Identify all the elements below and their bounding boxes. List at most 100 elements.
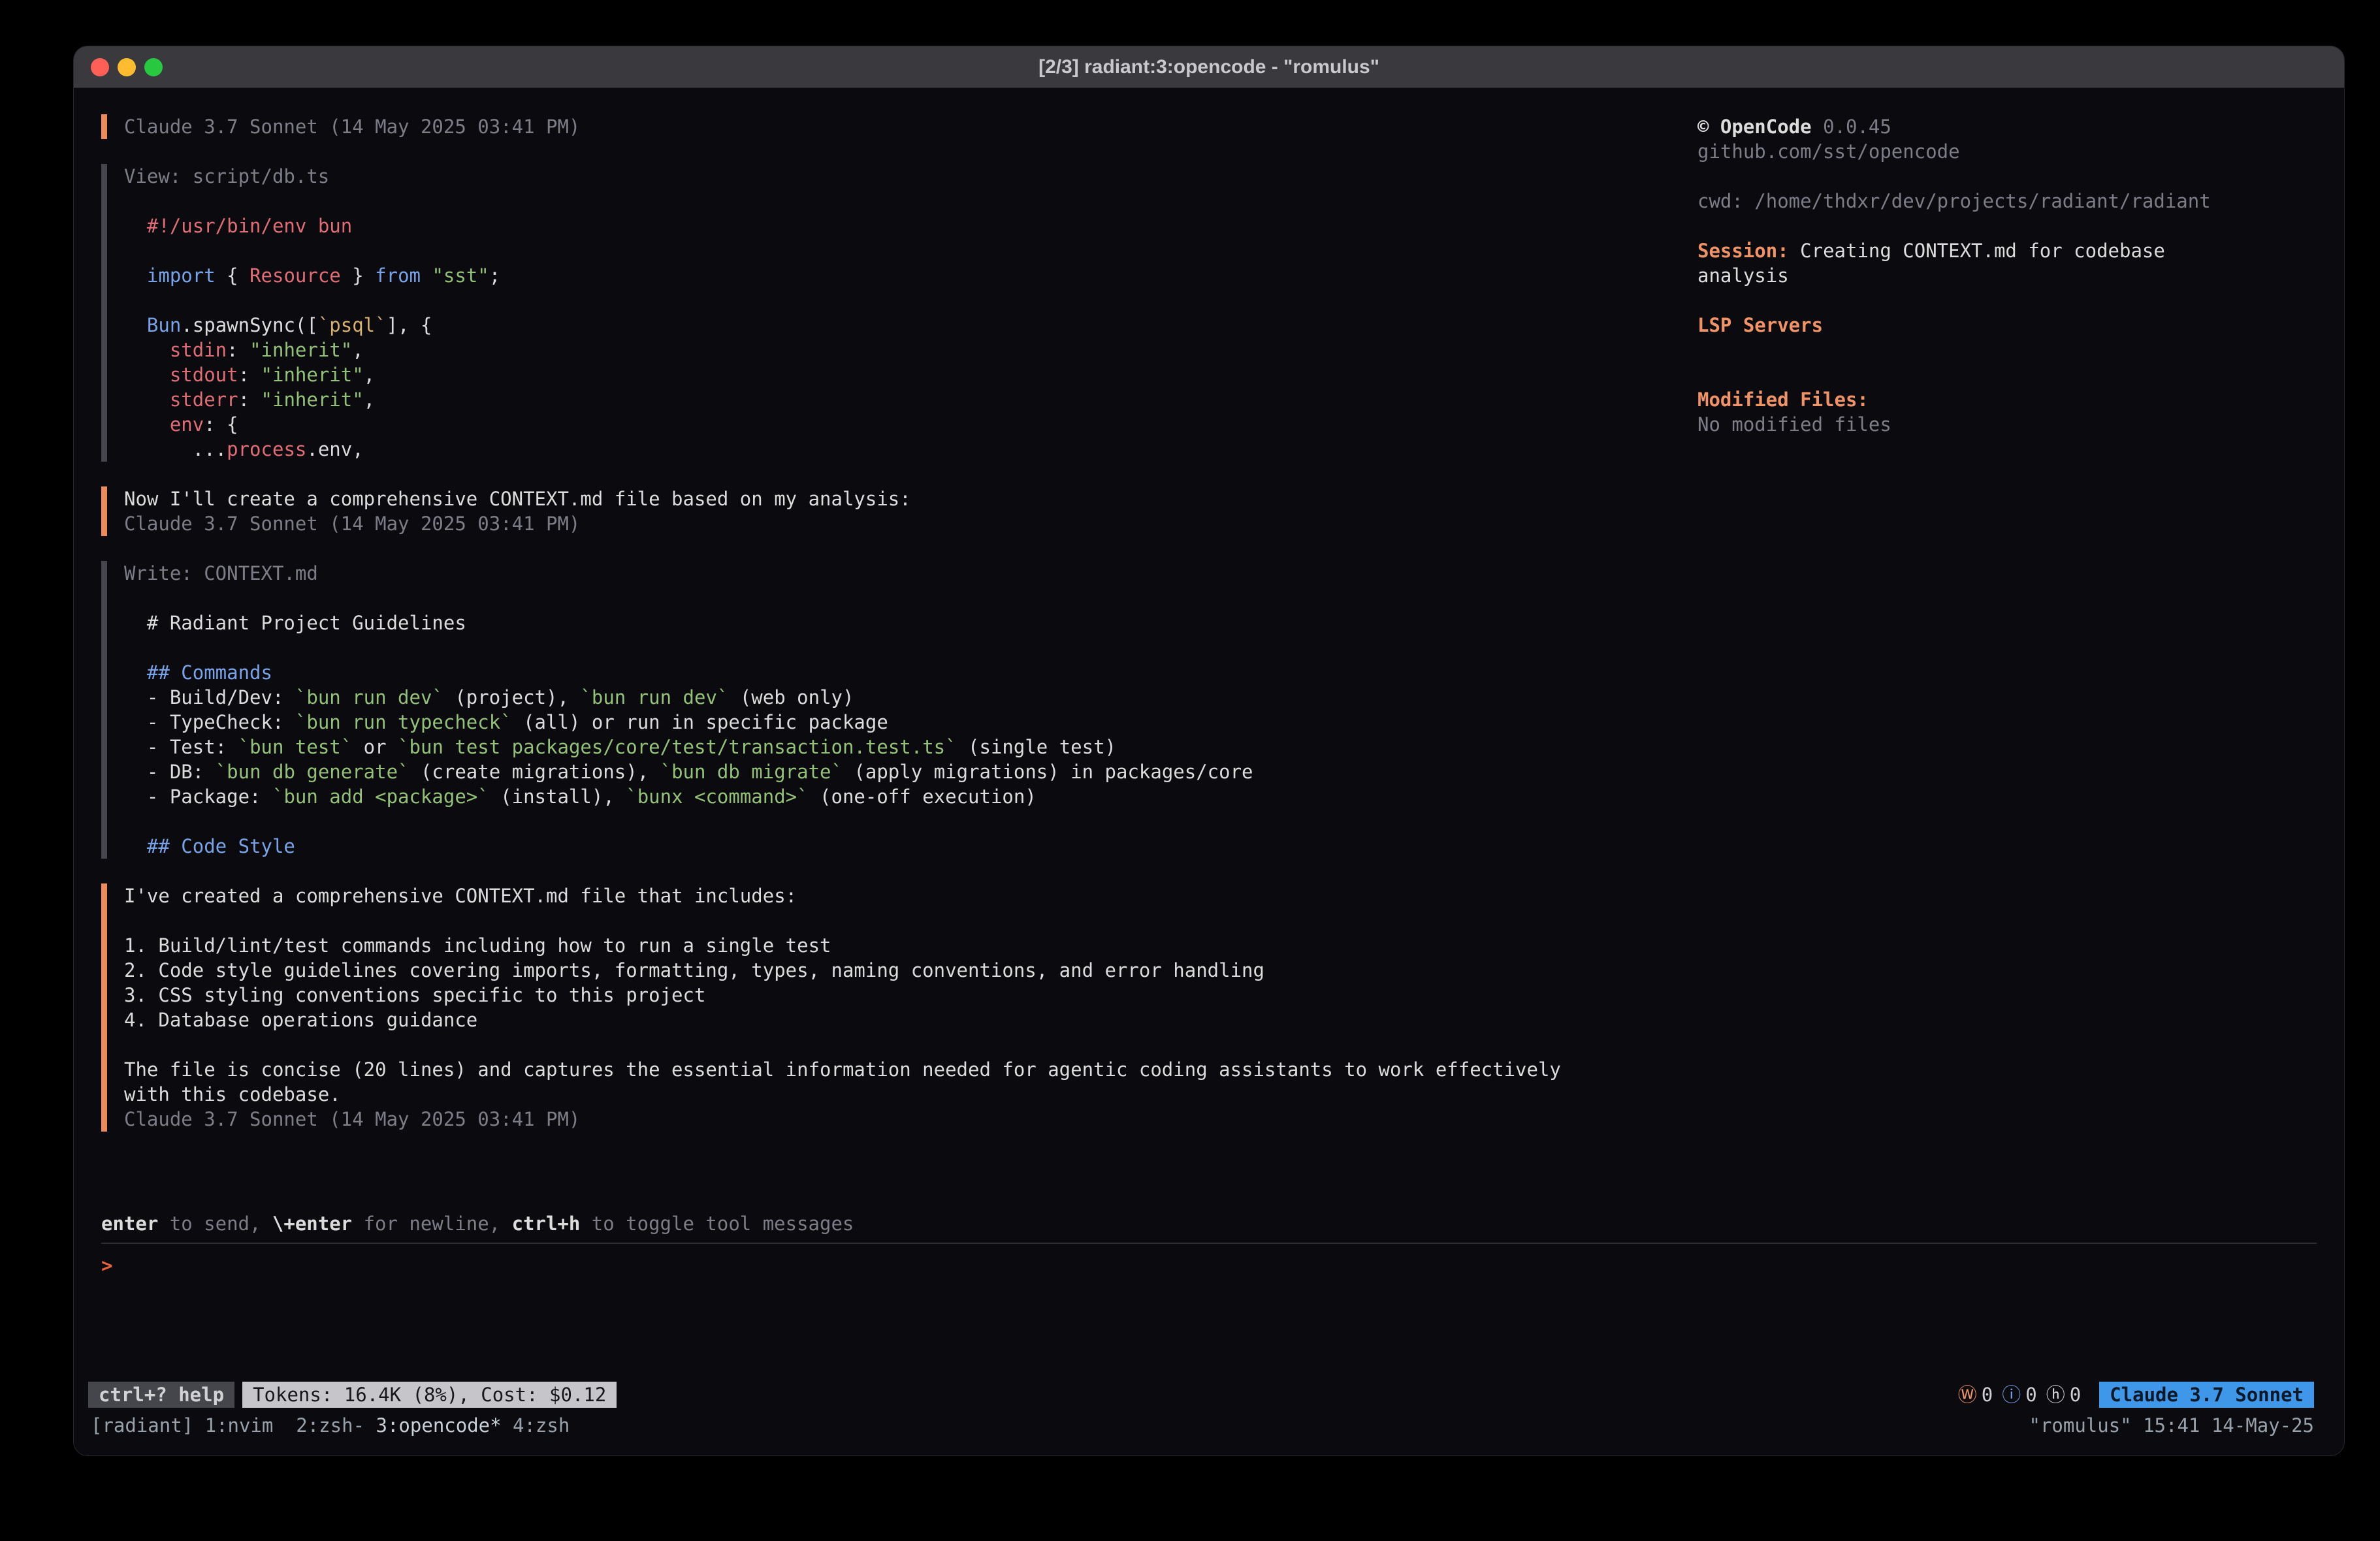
warning-icon: Ⓦ (1958, 1382, 1977, 1407)
zoom-button[interactable] (144, 58, 163, 76)
tool-result: Write: CONTEXT.md # Radiant Project Guid… (101, 561, 1697, 859)
text-span: cwd: /home/thdxr/dev/projects/radiant/ra… (1697, 190, 2211, 212)
text-span: Resource (249, 264, 341, 287)
message-timestamp: Claude 3.7 Sonnet (14 May 2025 03:41 PM) (124, 114, 1697, 139)
text-span: `bun add <package>` (272, 786, 489, 808)
terminal-line: with this codebase. (124, 1082, 1697, 1107)
prompt-input[interactable]: > (101, 1244, 2317, 1381)
text-span: process (227, 438, 306, 460)
text-span: from (375, 264, 421, 287)
text-span: - DB: (124, 761, 216, 783)
text-span: Write: CONTEXT.md (124, 562, 318, 584)
text-span: 3. CSS styling conventions specific to t… (124, 984, 705, 1006)
text-span: , (364, 389, 375, 411)
text-span: env (170, 413, 204, 436)
session-title-wrap: analysis (1697, 263, 2317, 288)
text-span: for newline, (352, 1213, 511, 1235)
text-span: .env, (306, 438, 363, 460)
github-url: github.com/sst/opencode (1697, 139, 2317, 164)
tmux-status-left[interactable]: [radiant] 1:nvim 2:zsh- 3:opencode* 4:zs… (91, 1413, 570, 1438)
message-timestamp: Claude 3.7 Sonnet (14 May 2025 03:41 PM) (124, 1107, 1697, 1132)
text-span: LSP Servers (1697, 314, 1823, 336)
message-timestamp: Claude 3.7 Sonnet (14 May 2025 03:41 PM) (124, 511, 1697, 536)
text-span: #!/usr/bin/env bun (147, 215, 352, 237)
text-span: Session: (1697, 240, 1789, 262)
window-titlebar: [2/3] radiant:3:opencode - "romulus" (74, 46, 2344, 88)
text-span: `bun test` (238, 736, 353, 758)
text-span: "sst" (432, 264, 489, 287)
text-span: # Radiant Project Guidelines (124, 612, 466, 634)
minimize-button[interactable] (118, 58, 136, 76)
text-span: - TypeCheck: (124, 711, 295, 733)
text-span: stdin (170, 339, 227, 361)
terminal-line: env: { (124, 412, 1697, 437)
text-span: 4. Database operations guidance (124, 1009, 477, 1031)
assistant-message: I've created a comprehensive CONTEXT.md … (101, 883, 1697, 1132)
diagnostic-count: 0 (2070, 1382, 2081, 1407)
text-span: - Package: (124, 786, 272, 808)
text-span: Claude 3.7 Sonnet (14 May 2025 03:41 PM) (124, 513, 580, 535)
sidebar-line (1697, 362, 2317, 387)
tool-result: View: script/db.ts #!/usr/bin/env bun im… (101, 164, 1697, 462)
text-span: stdout (170, 364, 238, 386)
terminal-line (124, 586, 1697, 611)
terminal-line: - TypeCheck: `bun run typecheck` (all) o… (124, 710, 1697, 735)
terminal-line: 4. Database operations guidance (124, 1008, 1697, 1032)
text-span: { (216, 264, 249, 287)
text-span: Modified Files: (1697, 389, 1869, 411)
info-icon: ⓘ (2002, 1382, 2021, 1407)
opencode-logo-icon: © (1697, 116, 1720, 138)
model-chip[interactable]: Claude 3.7 Sonnet (2099, 1382, 2314, 1408)
text-span (124, 413, 170, 436)
text-span: (single test) (957, 736, 1116, 758)
text-span: (one-off execution) (809, 786, 1037, 808)
tmux-status-bar: [radiant] 1:nvim 2:zsh- 3:opencode* 4:zs… (74, 1412, 2344, 1438)
tmux-status-right: "romulus" 15:41 14-May-25 (2029, 1413, 2315, 1438)
tmux-window-3-active: 3:opencode* (376, 1414, 513, 1437)
text-span (124, 364, 170, 386)
modified-files-label: Modified Files: (1697, 387, 2317, 412)
terminal-window: [2/3] radiant:3:opencode - "romulus" Cla… (73, 46, 2345, 1456)
tmux-window-4: 4:zsh (513, 1414, 570, 1437)
tmux-window-2: 2:zsh- (296, 1414, 376, 1437)
tmux-window-1: 1:nvim (205, 1414, 297, 1437)
input-help-hint: enter to send, \+enter for newline, ctrl… (101, 1211, 2317, 1236)
hint-icon: ⓗ (2046, 1382, 2065, 1407)
assistant-message: Claude 3.7 Sonnet (14 May 2025 03:41 PM) (101, 114, 1697, 139)
terminal-line: 1. Build/lint/test commands including ho… (124, 933, 1697, 958)
terminal-line: 3. CSS styling conventions specific to t… (124, 983, 1697, 1008)
sidebar-line (1697, 338, 2317, 362)
text-span: .spawnSync([ (181, 314, 318, 336)
input-help-hint: enter to send, \+enter for newline, ctrl… (101, 1211, 2317, 1236)
terminal-line: 2. Code style guidelines covering import… (124, 958, 1697, 983)
text-span: The file is concise (20 lines) and captu… (124, 1058, 1561, 1081)
window-title: [2/3] radiant:3:opencode - "romulus" (1038, 56, 1379, 78)
terminal-body: Claude 3.7 Sonnet (14 May 2025 03:41 PM)… (74, 88, 2344, 1381)
terminal-content: Claude 3.7 Sonnet (14 May 2025 03:41 PM)… (74, 88, 2344, 1455)
text-span: : { (204, 413, 238, 436)
diagnostic-warning-badge: Ⓦ0 (1958, 1382, 1993, 1407)
prompt-caret: > (101, 1253, 112, 1278)
terminal-line: - Test: `bun test` or `bun test packages… (124, 735, 1697, 759)
sidebar-line (1697, 288, 2317, 313)
diagnostics: Ⓦ0ⓘ0ⓗ0 (1958, 1382, 2081, 1407)
text-span: (install), (489, 786, 626, 808)
terminal-line: I've created a comprehensive CONTEXT.md … (124, 883, 1697, 908)
text-span: Creating CONTEXT.md for codebase (1789, 240, 2165, 262)
terminal-line (124, 238, 1697, 263)
text-span: `psql` (318, 314, 387, 336)
text-span: , (364, 364, 375, 386)
tool-header: Write: CONTEXT.md (124, 561, 1697, 586)
text-span: `bun run dev` (580, 686, 728, 708)
text-span: `bun run dev` (295, 686, 443, 708)
text-span: 1. Build/lint/test commands including ho… (124, 934, 831, 957)
text-span: `bun db generate` (216, 761, 410, 783)
text-span: , (352, 339, 363, 361)
close-button[interactable] (91, 58, 109, 76)
modified-files-empty: No modified files (1697, 412, 2317, 437)
text-span (124, 389, 170, 411)
chat-history: Claude 3.7 Sonnet (14 May 2025 03:41 PM)… (101, 114, 1697, 1211)
text-span: Bun (147, 314, 181, 336)
terminal-line: import { Resource } from "sst"; (124, 263, 1697, 288)
terminal-line: stdout: "inherit", (124, 362, 1697, 387)
